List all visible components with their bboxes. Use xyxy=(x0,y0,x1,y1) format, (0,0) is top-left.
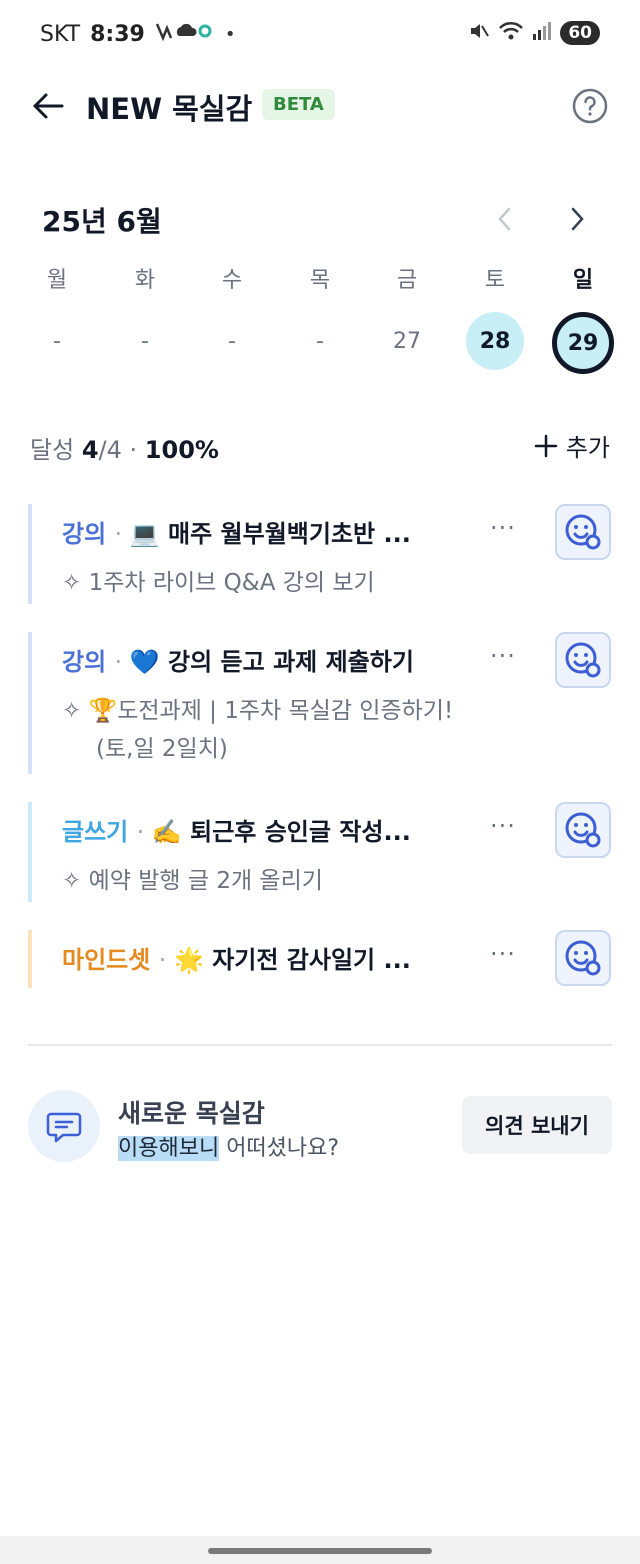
help-button[interactable] xyxy=(572,88,608,124)
sparkle-icon: ✧ xyxy=(62,698,82,724)
send-feedback-button[interactable]: 의견 보내기 xyxy=(462,1096,612,1154)
signal-icon xyxy=(532,20,552,46)
task-item[interactable]: 강의 · 💙 강의 듣고 과제 제출하기 ✧ 🏆도전과제 | 1주차 목실감 인… xyxy=(28,632,618,774)
more-options-button[interactable]: ··· xyxy=(490,514,522,544)
chat-bubble-icon xyxy=(46,1112,82,1143)
summary-bullet: · xyxy=(129,436,138,464)
system-nav-bar xyxy=(0,1536,640,1564)
task-title-row: 강의 · 💙 강의 듣고 과제 제출하기 xyxy=(62,648,414,676)
weekday-sat: 토 xyxy=(484,268,506,293)
smiley-add-icon xyxy=(565,812,601,848)
task-title: ✍️ 퇴근후 승인글 작성... xyxy=(151,818,411,846)
mute-icon xyxy=(468,20,490,46)
task-category: 글쓰기 xyxy=(62,818,129,846)
task-subtask: ✧ 🏆도전과제 | 1주차 목실감 인증하기! (토,일 2일치) xyxy=(62,692,482,768)
battery-indicator: 60 xyxy=(560,21,600,45)
subtask-text: 🏆도전과제 | 1주차 목실감 인증하기! (토,일 2일치) xyxy=(88,698,454,762)
weekday-tue: 화 xyxy=(134,268,156,293)
more-options-button[interactable]: ··· xyxy=(490,642,522,672)
day-cell-mon: - xyxy=(53,328,61,354)
sparkle-icon: ✧ xyxy=(62,570,82,596)
day-cell-27[interactable]: 27 xyxy=(378,312,436,370)
task-item[interactable]: 글쓰기 · ✍️ 퇴근후 승인글 작성... ✧ 예약 발행 글 2개 올리기 … xyxy=(28,802,618,902)
app-header: NEW 목실감 BETA xyxy=(0,76,640,136)
day-cell-tue: - xyxy=(141,328,149,354)
achievement-summary: 달성 4/4 · 100% xyxy=(30,430,219,465)
page-title: NEW 목실감 xyxy=(86,92,253,126)
summary-percent: 100% xyxy=(144,436,219,464)
summary-total: /4 xyxy=(98,436,122,464)
task-subtask: ✧ 1주차 라이브 Q&A 강의 보기 xyxy=(62,564,482,602)
home-handle[interactable] xyxy=(208,1548,432,1554)
weekday-thu: 목 xyxy=(309,268,331,293)
emotion-button[interactable] xyxy=(555,930,611,986)
section-divider xyxy=(28,1044,612,1046)
carrier-label: SKT xyxy=(40,21,81,47)
task-category: 강의 xyxy=(62,648,107,676)
day-cell-29-selected[interactable]: 29 xyxy=(552,312,614,374)
task-title-row: 마인드셋 · 🌟 자기전 감사일기 ... xyxy=(62,946,411,974)
weekday-wed: 수 xyxy=(221,268,243,293)
question-circle-icon xyxy=(572,88,608,124)
smiley-add-icon xyxy=(565,514,601,550)
task-category: 강의 xyxy=(62,520,107,548)
more-options-button[interactable]: ··· xyxy=(490,812,522,842)
notification-icon xyxy=(155,20,215,48)
task-bar xyxy=(28,930,32,988)
back-button[interactable] xyxy=(30,88,66,124)
subtask-text: 예약 발행 글 2개 올리기 xyxy=(88,868,323,894)
wifi-icon xyxy=(498,20,524,46)
task-title-row: 강의 · 💻 매주 월부월백기초반 ... xyxy=(62,520,411,548)
beta-badge: BETA xyxy=(262,89,335,120)
status-bar: SKT 8:39 • 60 xyxy=(0,0,640,68)
chevron-right-icon xyxy=(571,207,584,231)
sparkle-icon: ✧ xyxy=(62,868,82,894)
day-cell-thu: - xyxy=(316,328,324,354)
chevron-left-icon xyxy=(498,207,511,231)
next-week-button[interactable] xyxy=(562,202,592,236)
task-item[interactable]: 마인드셋 · 🌟 자기전 감사일기 ... ··· xyxy=(28,930,618,988)
weekday-mon: 월 xyxy=(46,268,68,293)
day-cell-28[interactable]: 28 xyxy=(466,312,524,370)
add-task-button[interactable]: 추가 xyxy=(534,428,610,463)
task-title-row: 글쓰기 · ✍️ 퇴근후 승인글 작성... xyxy=(62,818,411,846)
task-bar xyxy=(28,632,32,774)
smiley-add-icon xyxy=(565,642,601,678)
feedback-subtitle: 이용해보니 어떠셨나요? xyxy=(118,1130,339,1162)
weekday-sun: 일 xyxy=(572,268,594,293)
emotion-button[interactable] xyxy=(555,632,611,688)
summary-label: 달성 xyxy=(30,436,75,464)
subtask-text: 1주차 라이브 Q&A 강의 보기 xyxy=(88,570,375,596)
feedback-title: 새로운 목실감 xyxy=(118,1099,265,1128)
emotion-button[interactable] xyxy=(555,802,611,858)
emotion-button[interactable] xyxy=(555,504,611,560)
task-title: 💻 매주 월부월백기초반 ... xyxy=(129,520,411,548)
smiley-add-icon xyxy=(565,940,601,976)
dot-icon: • xyxy=(224,23,236,45)
feedback-rest: 어떠셨나요? xyxy=(219,1136,340,1161)
prev-week-button[interactable] xyxy=(490,202,520,236)
task-subtask: ✧ 예약 발행 글 2개 올리기 xyxy=(62,862,482,900)
feedback-highlight: 이용해보니 xyxy=(118,1136,220,1161)
weekday-fri: 금 xyxy=(396,268,418,293)
feedback-avatar xyxy=(28,1090,100,1162)
month-label: 25년 6월 xyxy=(42,205,162,238)
task-title: 🌟 자기전 감사일기 ... xyxy=(173,946,411,974)
add-task-label: 추가 xyxy=(565,434,610,462)
day-cell-wed: - xyxy=(228,328,236,354)
task-title: 💙 강의 듣고 과제 제출하기 xyxy=(129,648,414,676)
task-category: 마인드셋 xyxy=(62,946,151,974)
task-bar xyxy=(28,504,32,604)
task-bar xyxy=(28,802,32,902)
arrow-left-icon xyxy=(33,93,64,119)
task-item[interactable]: 강의 · 💻 매주 월부월백기초반 ... ✧ 1주차 라이브 Q&A 강의 보… xyxy=(28,504,618,604)
clock: 8:39 xyxy=(90,21,145,47)
summary-done: 4 xyxy=(81,436,99,464)
more-options-button[interactable]: ··· xyxy=(490,940,522,970)
plus-icon xyxy=(534,434,558,457)
